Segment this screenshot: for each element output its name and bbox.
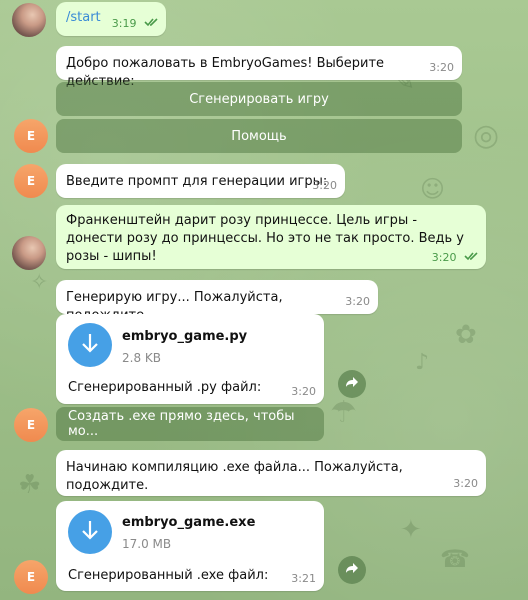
message-meta: 3:19 bbox=[112, 17, 160, 30]
generate-game-button[interactable]: Сгенерировать игру bbox=[56, 82, 462, 116]
message-time: 3:21 bbox=[291, 572, 316, 585]
user-avatar[interactable] bbox=[12, 236, 46, 270]
download-button[interactable] bbox=[68, 510, 112, 554]
avatar-letter: E bbox=[26, 418, 36, 432]
file-caption: Сгенерированный .exe файл: bbox=[68, 568, 269, 583]
message-text: Введите промпт для генерации игры: bbox=[66, 174, 328, 189]
doodle-icon: ♪ bbox=[415, 350, 430, 375]
doodle-icon: ☺ bbox=[420, 175, 446, 203]
message-time: 3:20 bbox=[312, 179, 337, 192]
avatar-letter: E bbox=[26, 129, 36, 143]
message-time: 3:20 bbox=[431, 251, 457, 264]
doodle-icon: ☂ bbox=[330, 395, 357, 430]
outgoing-message-prompt: Франкенштейн дарит розу принцессе. Цель … bbox=[56, 205, 486, 269]
incoming-file-message-py: embryo_game.py 2.8 KB Сгенерированный .p… bbox=[56, 314, 324, 404]
doodle-icon: ✦ bbox=[400, 515, 422, 545]
doodle-icon: ☎ bbox=[440, 545, 470, 573]
button-label: Помощь bbox=[231, 128, 287, 144]
forward-button[interactable] bbox=[338, 370, 366, 398]
file-caption: Сгенерированный .py файл: bbox=[68, 380, 262, 395]
incoming-message-generating: Генерирую игру... Пожалуйста, подождите.… bbox=[56, 280, 378, 323]
file-name[interactable]: embryo_game.py bbox=[122, 329, 247, 344]
download-arrow-icon bbox=[80, 519, 100, 545]
doodle-icon: ☘ bbox=[18, 470, 42, 500]
avatar-letter: E bbox=[26, 174, 36, 188]
message-text: Франкенштейн дарит розу принцессе. Цель … bbox=[66, 213, 464, 264]
bot-avatar[interactable]: E bbox=[14, 560, 48, 594]
message-meta: 3:20 bbox=[432, 251, 480, 264]
doodle-icon: ✿ bbox=[455, 320, 477, 350]
button-label: Создать .exe прямо здесь, чтобы мо... bbox=[68, 409, 295, 439]
message-time: 3:20 bbox=[453, 477, 478, 490]
forward-button[interactable] bbox=[338, 556, 366, 584]
outgoing-message-start: /start 3:19 bbox=[56, 2, 166, 36]
double-check-icon bbox=[144, 17, 160, 30]
incoming-message-welcome: Добро пожаловать в EmbryoGames! Выберите… bbox=[56, 46, 462, 89]
message-time: 3:19 bbox=[111, 17, 137, 30]
bot-avatar[interactable]: E bbox=[14, 164, 48, 198]
file-size: 2.8 KB bbox=[122, 351, 161, 365]
create-exe-button[interactable]: Создать .exe прямо здесь, чтобы мо... bbox=[56, 407, 324, 441]
message-time: 3:20 bbox=[429, 61, 454, 74]
user-avatar[interactable] bbox=[12, 3, 46, 37]
message-time: 3:20 bbox=[345, 295, 370, 308]
help-button[interactable]: Помощь bbox=[56, 119, 462, 153]
message-text: Начинаю компиляцию .exe файла... Пожалуй… bbox=[66, 460, 403, 493]
download-arrow-icon bbox=[80, 332, 100, 358]
file-size: 17.0 MB bbox=[122, 537, 172, 551]
double-check-icon bbox=[464, 251, 480, 264]
avatar-letter: E bbox=[26, 570, 36, 584]
incoming-message-compiling: Начинаю компиляцию .exe файла... Пожалуй… bbox=[56, 450, 486, 496]
bot-avatar[interactable]: E bbox=[14, 119, 48, 153]
incoming-message-prompt-request: Введите промпт для генерации игры: 3:20 bbox=[56, 164, 345, 198]
file-name[interactable]: embryo_game.exe bbox=[122, 515, 255, 530]
forward-arrow-icon bbox=[345, 376, 359, 392]
incoming-file-message-exe: embryo_game.exe 17.0 MB Сгенерированный … bbox=[56, 501, 324, 591]
doodle-icon: ✧ bbox=[30, 270, 49, 295]
button-label: Сгенерировать игру bbox=[189, 91, 329, 107]
doodle-icon: ◎ bbox=[473, 118, 500, 153]
message-time: 3:20 bbox=[291, 385, 316, 398]
forward-arrow-icon bbox=[345, 562, 359, 578]
bot-avatar[interactable]: E bbox=[14, 408, 48, 442]
download-button[interactable] bbox=[68, 323, 112, 367]
